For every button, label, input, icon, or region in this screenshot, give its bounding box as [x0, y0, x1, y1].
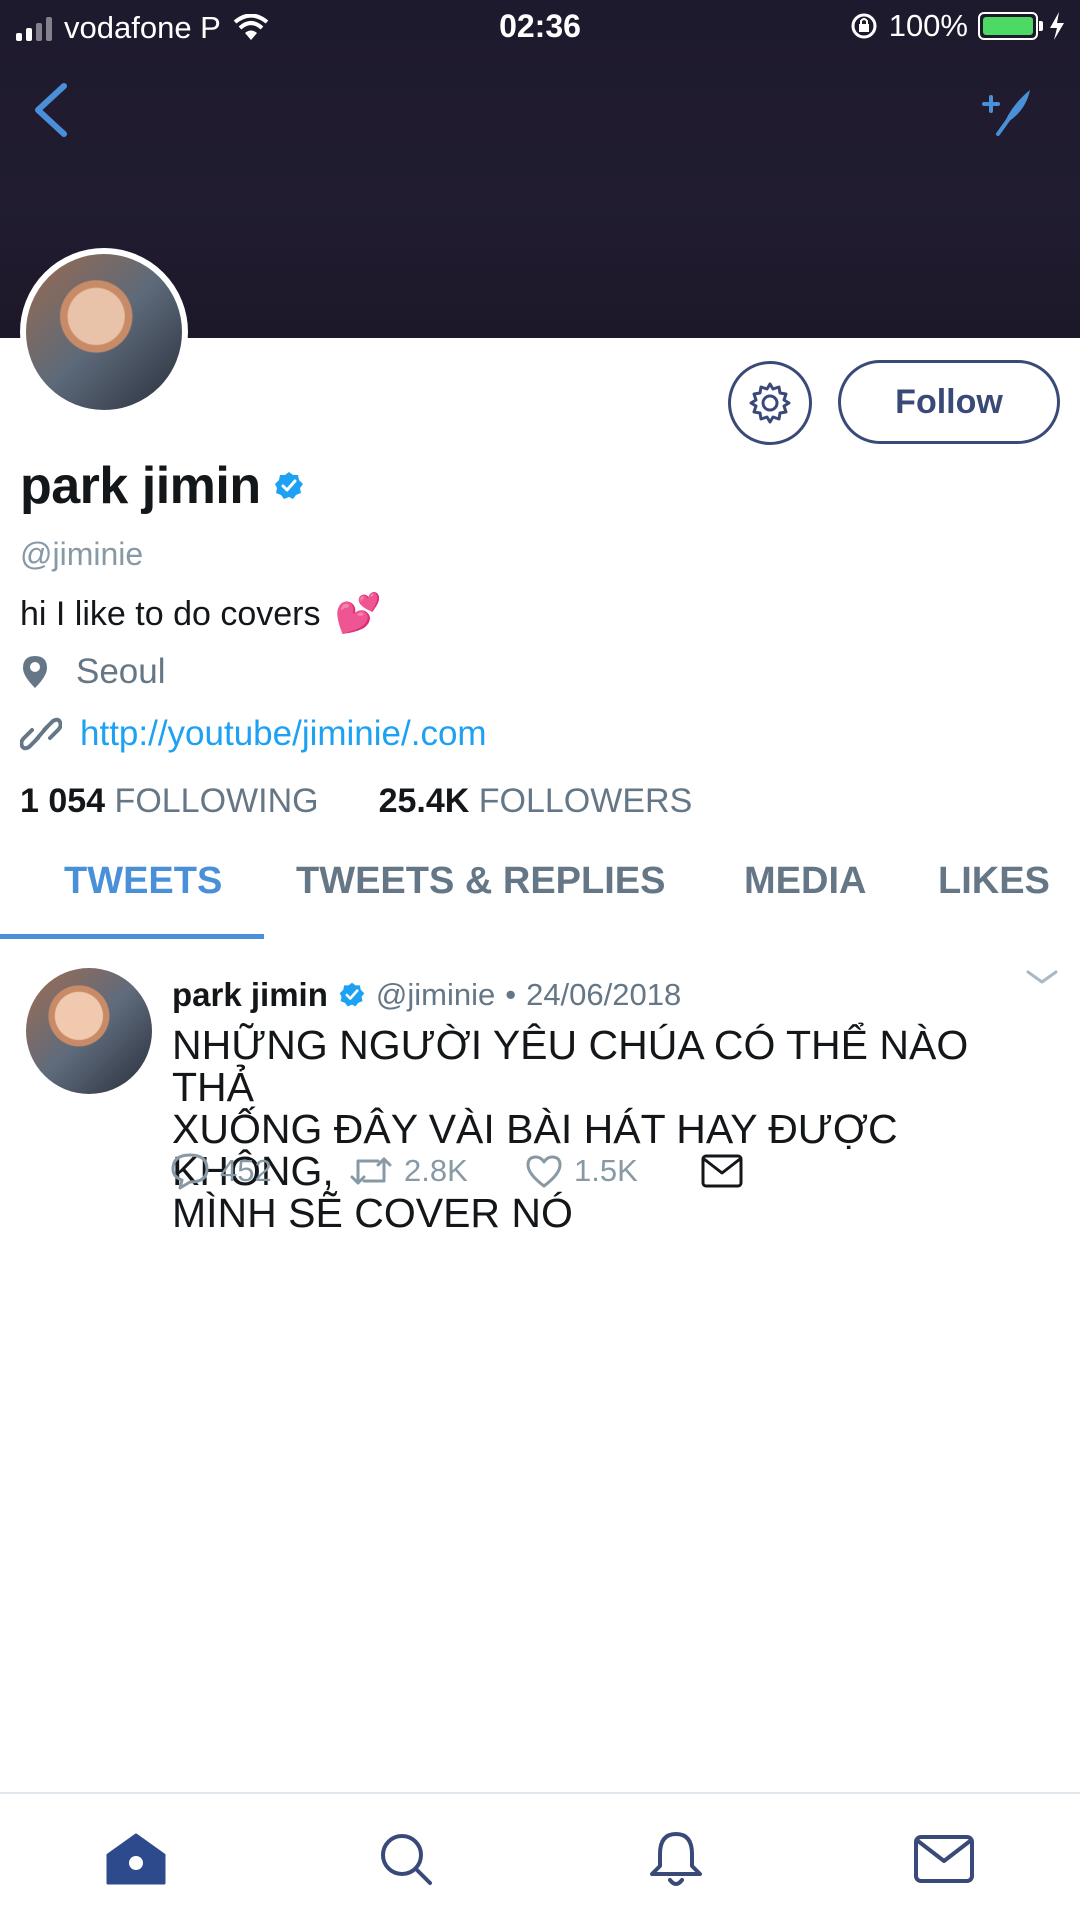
profile-handle: @jiminie	[20, 536, 144, 572]
tweet-author-handle: @jiminie	[375, 977, 496, 1012]
tab-media[interactable]: MEDIA	[744, 860, 866, 903]
nav-messages[interactable]	[904, 1824, 984, 1894]
link-icon	[20, 717, 62, 751]
tab-tweets-replies[interactable]: TWEETS & REPLIES	[296, 860, 665, 903]
compose-quill-icon	[982, 90, 1030, 136]
bio-text: hi I like to do covers	[20, 594, 321, 633]
tweet-avatar[interactable]	[26, 968, 152, 1094]
followers-stat[interactable]: 25.4K FOLLOWERS	[379, 782, 693, 821]
search-icon	[381, 1834, 432, 1885]
reply-count: 452	[220, 1153, 272, 1188]
like-count: 1.5K	[574, 1153, 638, 1188]
tab-likes[interactable]: LIKES	[938, 860, 1050, 903]
profile-location: Seoul	[20, 652, 166, 692]
profile-name: park jimin	[20, 457, 261, 515]
battery-percent: 100%	[888, 8, 968, 43]
tweet-meta-separator: •	[505, 977, 517, 1012]
status-right: 100%	[849, 8, 1066, 44]
profile-website: http://youtube/jiminie/.com	[20, 714, 487, 754]
active-tab-indicator	[0, 934, 264, 939]
nav-notifications[interactable]	[636, 1824, 716, 1894]
back-button[interactable]	[26, 78, 76, 142]
battery-icon	[978, 12, 1043, 40]
compose-tweet-button[interactable]	[978, 82, 1038, 138]
tweet-text-line: NHỮNG NGƯỜI YÊU CHÚA CÓ THỂ NÀO THẢ	[172, 1022, 969, 1110]
retweet-count: 2.8K	[404, 1153, 468, 1188]
location-text: Seoul	[76, 652, 166, 691]
mail-icon	[914, 1835, 974, 1883]
gear-icon	[749, 382, 791, 424]
verified-badge-icon	[274, 472, 303, 499]
follow-stats: 1 054 FOLLOWING 25.4K FOLLOWERS	[20, 782, 692, 821]
verified-badge-icon	[339, 982, 365, 1007]
charging-bolt-icon	[1050, 12, 1064, 40]
map-pin-icon	[23, 656, 47, 688]
profile-avatar[interactable]	[20, 248, 188, 416]
tweet-text: NHỮNG NGƯỜI YÊU CHÚA CÓ THỂ NÀO THẢ XUỐN…	[172, 1024, 1052, 1234]
tweet-date: 24/06/2018	[526, 977, 682, 1012]
follow-button[interactable]: Follow	[838, 360, 1060, 444]
following-count: 1 054	[20, 782, 106, 820]
chevron-down-icon	[1026, 970, 1058, 984]
direct-message-button[interactable]	[700, 1152, 744, 1190]
two-hearts-emoji: 💕	[334, 593, 382, 635]
back-chevron-icon	[35, 83, 67, 137]
following-stat[interactable]: 1 054 FOLLOWING	[20, 782, 319, 821]
settings-button[interactable]	[728, 361, 812, 445]
nav-home[interactable]	[96, 1824, 176, 1894]
heart-icon	[526, 1155, 562, 1188]
retweet-button[interactable]: 2.8K	[348, 1153, 524, 1189]
profile-name-row: park jimin	[20, 456, 305, 516]
bell-icon	[650, 1832, 702, 1886]
like-button[interactable]: 1.5K	[524, 1153, 700, 1189]
envelope-icon	[701, 1154, 743, 1188]
following-label: FOLLOWING	[114, 782, 319, 820]
tab-tweets[interactable]: TWEETS	[64, 860, 222, 903]
bottom-navigation	[0, 1792, 1080, 1922]
website-link[interactable]: http://youtube/jiminie/.com	[80, 714, 487, 754]
tweet-author-name: park jimin	[172, 976, 328, 1013]
profile-tabs: TWEETS TWEETS & REPLIES MEDIA LIKES	[0, 852, 1080, 938]
reply-button[interactable]: 452	[170, 1152, 348, 1190]
reply-bubble-icon	[171, 1153, 209, 1190]
profile-bio: hi I like to do covers 💕	[20, 592, 382, 636]
retweet-icon	[350, 1157, 392, 1185]
tweet-text-line: MÌNH SẼ COVER NÓ	[172, 1190, 573, 1236]
nav-search[interactable]	[366, 1824, 446, 1894]
followers-label: FOLLOWERS	[478, 782, 693, 820]
tweet-header: park jimin @jiminie • 24/06/2018	[172, 976, 681, 1014]
status-bar: vodafone P 02:36 100%	[0, 0, 1080, 56]
tweet-actions: 452 2.8K 1.5K	[170, 1152, 744, 1190]
tweet-options-button[interactable]	[1022, 962, 1062, 992]
home-icon	[106, 1833, 166, 1885]
rotation-lock-icon	[851, 13, 877, 39]
followers-count: 25.4K	[378, 782, 470, 820]
